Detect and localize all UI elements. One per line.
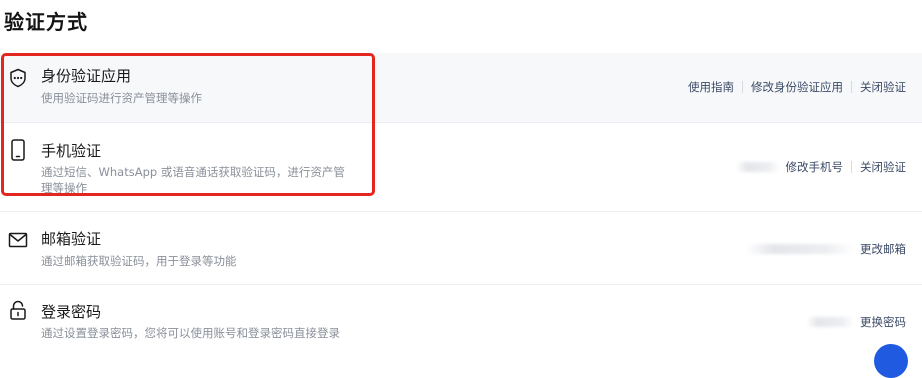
masked-password: [806, 317, 854, 327]
phone-icon: [8, 139, 28, 161]
method-description: 使用验证码进行资产管理等操作: [41, 91, 202, 105]
guide-link[interactable]: 使用指南: [688, 79, 734, 95]
action-divider: [851, 161, 852, 173]
method-row-authenticator: 身份验证应用 使用验证码进行资产管理等操作 使用指南 修改身份验证应用 关闭验证: [0, 53, 922, 122]
method-name: 身份验证应用: [41, 67, 132, 85]
shield-asterisk-icon: [8, 68, 28, 88]
method-actions: 使用指南 修改身份验证应用 关闭验证: [688, 79, 906, 95]
method-row-password: 登录密码 通过设置登录密码，您将可以使用账号和登录密码直接登录 更换密码: [0, 285, 922, 349]
change-authenticator-link[interactable]: 修改身份验证应用: [751, 79, 843, 95]
masked-email: [746, 244, 854, 254]
method-description-line1: 通过短信、WhatsApp 或语音通话获取验证码，进行资产管: [41, 165, 345, 179]
method-name: 手机验证: [41, 142, 102, 160]
change-email-link[interactable]: 更改邮箱: [860, 241, 906, 257]
action-divider: [742, 81, 743, 93]
change-password-link[interactable]: 更换密码: [860, 314, 906, 330]
mail-icon: [8, 230, 28, 250]
page-title: 验证方式: [4, 10, 88, 34]
disable-phone-link[interactable]: 关闭验证: [860, 159, 906, 175]
action-divider: [851, 81, 852, 93]
method-row-phone: 手机验证 通过短信、WhatsApp 或语音通话获取验证码，进行资产管 理等操作…: [0, 123, 922, 211]
method-row-email: 邮箱验证 通过邮箱获取验证码，用于登录等功能 更改邮箱: [0, 212, 922, 284]
change-phone-link[interactable]: 修改手机号: [786, 159, 844, 175]
lock-icon: [8, 300, 28, 320]
method-actions: 更改邮箱: [746, 241, 906, 257]
disable-authenticator-link[interactable]: 关闭验证: [860, 79, 906, 95]
method-description: 通过设置登录密码，您将可以使用账号和登录密码直接登录: [41, 326, 340, 340]
method-description-line2: 理等操作: [41, 181, 87, 195]
masked-phone-number: [735, 162, 780, 172]
method-name: 登录密码: [41, 303, 102, 321]
floating-support-button[interactable]: [874, 344, 908, 378]
method-name: 邮箱验证: [41, 230, 102, 248]
method-description: 通过邮箱获取验证码，用于登录等功能: [41, 254, 237, 268]
method-actions: 更换密码: [806, 314, 906, 330]
method-actions: 修改手机号 关闭验证: [735, 159, 906, 175]
